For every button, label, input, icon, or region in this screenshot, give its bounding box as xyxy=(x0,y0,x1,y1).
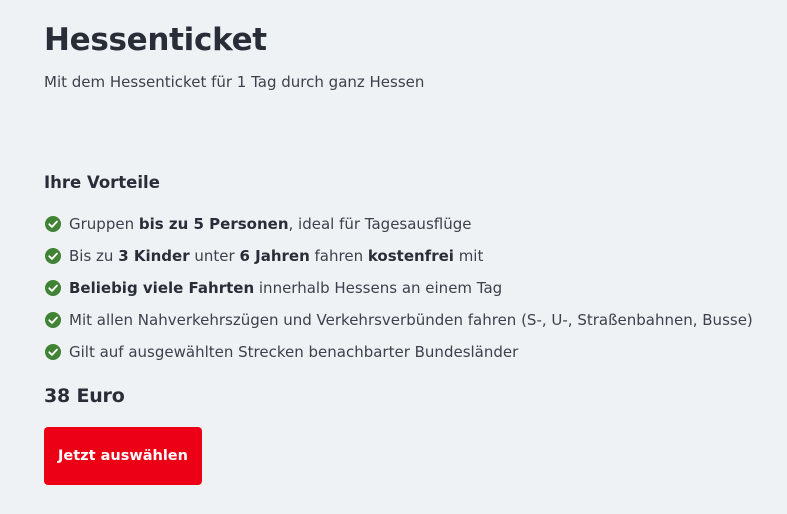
benefit-text-part: fahren xyxy=(309,247,368,265)
benefit-text-emphasis: Beliebig viele Fahrten xyxy=(69,279,255,297)
benefit-text-part: , ideal für Tagesausflüge xyxy=(288,215,472,233)
benefit-text-part: Mit allen Nahverkehrszügen und Verkehrsv… xyxy=(69,311,753,329)
benefit-text-part: Gruppen xyxy=(69,215,139,233)
benefit-item: Gilt auf ausgewählten Strecken benachbar… xyxy=(44,336,774,368)
benefit-text-part: Gilt auf ausgewählten Strecken benachbar… xyxy=(69,343,519,361)
benefit-text: Gruppen bis zu 5 Personen, ideal für Tag… xyxy=(69,215,471,233)
benefit-text-part: mit xyxy=(453,247,484,265)
benefit-text: Gilt auf ausgewählten Strecken benachbar… xyxy=(69,343,518,361)
page-subtitle: Mit dem Hessenticket für 1 Tag durch gan… xyxy=(44,73,425,91)
benefit-text-part: innerhalb Hessens an einem Tag xyxy=(254,279,503,297)
benefit-text-part: unter xyxy=(189,247,240,265)
page-title: Hessenticket xyxy=(44,22,267,58)
check-circle-icon xyxy=(45,248,61,264)
benefit-item: Gruppen bis zu 5 Personen, ideal für Tag… xyxy=(44,208,774,240)
benefit-text-part: Bis zu xyxy=(69,247,119,265)
check-circle-icon xyxy=(45,280,61,296)
check-circle-icon xyxy=(45,312,61,328)
select-ticket-button[interactable]: Jetzt auswählen xyxy=(44,427,202,485)
product-card: Hessenticket Mit dem Hessenticket für 1 … xyxy=(44,18,774,485)
benefit-list: Gruppen bis zu 5 Personen, ideal für Tag… xyxy=(44,208,774,368)
benefit-text-emphasis: 3 Kinder xyxy=(118,247,190,265)
benefit-text: Bis zu 3 Kinder unter 6 Jahren fahren ko… xyxy=(69,247,483,265)
benefit-item: Bis zu 3 Kinder unter 6 Jahren fahren ko… xyxy=(44,240,774,272)
benefit-text-emphasis: kostenfrei xyxy=(367,247,454,265)
benefit-item: Mit allen Nahverkehrszügen und Verkehrsv… xyxy=(44,304,774,336)
benefit-text: Beliebig viele Fahrten innerhalb Hessens… xyxy=(69,279,502,297)
benefits-heading: Ihre Vorteile xyxy=(44,173,160,192)
price-label: 38 Euro xyxy=(44,385,125,407)
benefit-item: Beliebig viele Fahrten innerhalb Hessens… xyxy=(44,272,774,304)
check-circle-icon xyxy=(45,216,61,232)
benefit-text: Mit allen Nahverkehrszügen und Verkehrsv… xyxy=(69,311,753,329)
benefit-text-emphasis: bis zu 5 Personen xyxy=(138,215,289,233)
check-circle-icon xyxy=(45,344,61,360)
benefit-text-emphasis: 6 Jahren xyxy=(239,247,310,265)
